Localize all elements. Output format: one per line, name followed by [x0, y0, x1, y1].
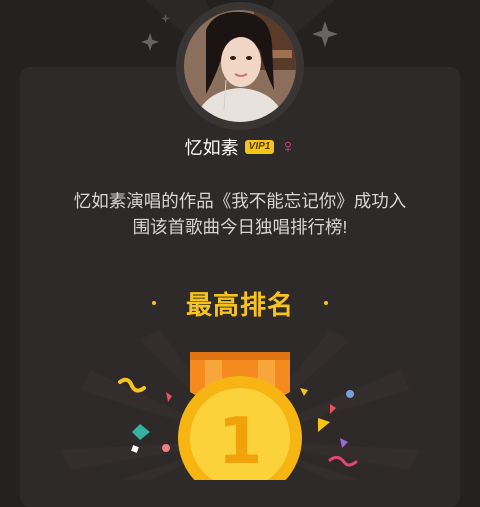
avatar[interactable] [184, 10, 296, 122]
sparkle-icon [312, 21, 338, 47]
sparkle-icon [141, 33, 159, 51]
female-icon: ♀ [280, 136, 296, 158]
sparkle-icon [161, 14, 170, 23]
user-photo [184, 10, 296, 122]
rank-title: 最高排名 [185, 289, 294, 320]
achievement-message: 忆如素演唱的作品《我不能忘记你》成功入 围该首歌曲今日独唱排行榜! [30, 188, 450, 240]
user-name[interactable]: 忆如素 [185, 134, 239, 160]
vip-badge: VIP1 [244, 140, 275, 154]
decor-dot [151, 301, 156, 305]
message-line-2: 围该首歌曲今日独唱排行榜! [132, 217, 348, 237]
message-line-1: 忆如素演唱的作品《我不能忘记你》成功入 [73, 191, 407, 211]
rank-number: 1 [217, 405, 263, 479]
user-name-row: 忆如素 VIP1 ♀ [0, 133, 480, 161]
decor-dot [324, 301, 328, 305]
rank-title-row: 最高排名 [0, 283, 480, 323]
